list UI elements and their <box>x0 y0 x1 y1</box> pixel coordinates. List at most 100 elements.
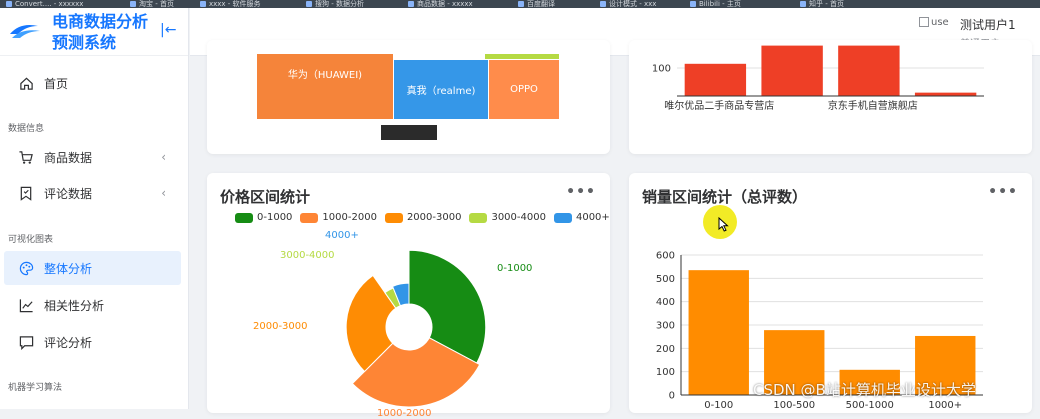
legend-label: 0-1000 <box>257 212 293 223</box>
legend-swatch <box>235 212 253 223</box>
legend-label: 3000-4000 <box>491 212 546 223</box>
treemap-cell-label: 华为（HUAWEI) <box>287 70 363 81</box>
pie-slice[interactable] <box>408 249 487 364</box>
app-title: 电商数据分析 预测系统 <box>52 11 148 53</box>
chevron-left-icon: ‹ <box>161 150 166 164</box>
sidebar-item-home[interactable]: 首页 <box>0 66 188 100</box>
legend-swatch <box>553 212 572 223</box>
pie-slice-label: 4000+ <box>325 230 359 241</box>
sidebar-item-correlation[interactable]: 相关性分析 <box>0 288 188 322</box>
legend-swatch <box>300 212 319 223</box>
sales-range-card: 销量区间统计（总评数） ••• 0 100 200 300 400 500 600 0-100… <box>629 173 1032 413</box>
bookmark-item[interactable]: 设计模式 - xxx <box>600 0 656 8</box>
brand-treemap-card: 华为（HUAWEI) 真我（realme) OPPO <box>207 40 610 154</box>
treemap-cell-huawei[interactable]: 华为（HUAWEI) <box>257 54 393 119</box>
sidebar-group-label: 可视化图表 <box>8 235 54 245</box>
treemap-cell-realme[interactable]: 真我（realme) <box>394 60 488 119</box>
sidebar-group-label: 数据信息 <box>8 124 45 134</box>
line-chart-icon <box>18 297 34 313</box>
pie-slice-label: 0-1000 <box>497 263 533 274</box>
collapse-sidebar-icon[interactable]: |← <box>160 22 176 38</box>
sidebar-item-label: 商品数据 <box>44 150 93 165</box>
y-tick-label: 400 <box>656 297 675 308</box>
pie-slice-label: 2000-3000 <box>253 321 308 332</box>
x-tick-label: 唯尔优品二手商品专营店 <box>664 99 774 112</box>
chart-legend[interactable]: 0-1000 1000-2000 2000-3000 3000-4000 4000+ <box>235 212 618 223</box>
x-tick-label: 0-100 <box>704 400 733 411</box>
treemap-cell-oppo[interactable]: OPPO <box>489 60 559 119</box>
treemap-cell-label: OPPO <box>510 84 538 95</box>
x-tick-label: 500-1000 <box>846 400 894 411</box>
home-icon <box>18 75 34 91</box>
bookmark-item[interactable]: 搜狗 - 数据分析 <box>306 0 364 8</box>
legend-item[interactable]: 4000+ <box>553 212 610 223</box>
bookmark-item[interactable]: xxxx - 软件服务 <box>200 0 261 8</box>
palette-icon <box>18 260 34 276</box>
price-pie-chart <box>345 249 487 408</box>
legend-swatch <box>469 212 488 223</box>
bookmark-item[interactable]: Bilibili - 主页 <box>690 0 741 8</box>
bar[interactable] <box>838 45 900 96</box>
pie-slice[interactable] <box>391 282 410 307</box>
y-tick-label: 500 <box>656 274 675 285</box>
bookmark-item[interactable]: 知乎 - 首页 <box>800 0 844 8</box>
user-name: 测试用户1 <box>960 18 1016 32</box>
card-title: 价格区间统计 <box>220 188 311 206</box>
sidebar-item-label: 相关性分析 <box>44 298 105 313</box>
treemap-cell-label: 真我（realme) <box>406 86 476 97</box>
pie-slice-label: 3000-4000 <box>280 250 335 261</box>
sales-bar-chart: 0 100 200 300 400 500 600 0-100 100-500 500-1000 1… <box>656 251 983 411</box>
bar[interactable] <box>688 270 749 395</box>
sidebar-item-comment-analysis[interactable]: 评论分析 <box>0 325 188 359</box>
sidebar-item-label: 评论分析 <box>44 335 93 350</box>
app-logo-icon <box>10 25 40 38</box>
bookmark-item[interactable]: 百度翻译 <box>518 0 555 8</box>
legend-label: 2000-3000 <box>406 212 462 223</box>
store-bar-card: 100 唯尔优品二手商品专营店 京东手机自营旗舰店 <box>629 40 1032 154</box>
price-range-card: 价格区间统计 ••• 0-1000 1000-2000 2000-3000 3000-… <box>207 173 610 419</box>
legend-swatch <box>384 212 403 223</box>
x-tick-label: 1000+ <box>928 400 962 411</box>
y-tick-label: 0 <box>669 391 675 402</box>
treemap-breadcrumb[interactable] <box>381 125 437 140</box>
avatar: use <box>919 17 949 28</box>
app-title-line1: 电商数据分析 <box>52 12 149 31</box>
sidebar-item-label: 首页 <box>44 76 69 91</box>
y-tick-label: 300 <box>656 321 675 332</box>
legend-item[interactable]: 0-1000 <box>235 212 292 223</box>
sidebar-group-label: 机器学习算法 <box>8 383 63 393</box>
pie-slice-label: 1000-2000 <box>377 408 432 419</box>
bookmark-item[interactable]: 淘宝 - 首页 <box>130 0 174 8</box>
y-tick-label: 600 <box>656 251 675 262</box>
legend-item[interactable]: 2000-3000 <box>384 212 462 223</box>
sidebar-item-overall[interactable]: 整体分析 <box>4 251 181 285</box>
more-options-button[interactable]: ••• <box>566 184 596 200</box>
browser-bookmarks-bar: Convert.... - xxxxxx 淘宝 - 首页 xxxx - 软件服务… <box>0 0 1040 8</box>
store-bar-chart: 100 唯尔优品二手商品专营店 京东手机自营旗舰店 <box>652 45 984 112</box>
bookmark-item[interactable]: 商品数据 - xxxxx <box>408 0 473 8</box>
pie-slice[interactable] <box>351 337 481 408</box>
treemap: 华为（HUAWEI) 真我（realme) OPPO <box>257 54 559 119</box>
y-tick-label: 100 <box>652 64 671 75</box>
legend-label: 4000+ <box>575 212 610 223</box>
bookmark-icon <box>18 185 34 201</box>
legend-item[interactable]: 1000-2000 <box>300 212 377 223</box>
chevron-left-icon: ‹ <box>161 186 166 200</box>
legend-item[interactable]: 3000-4000 <box>469 212 546 223</box>
bookmark-item[interactable]: Convert.... - xxxxxx <box>6 0 83 8</box>
sidebar: 电商数据分析 预测系统 |← 首页 数据信息 商品数据 ‹ 评论数据 ‹ 可视化… <box>0 8 189 409</box>
bar[interactable] <box>684 63 747 96</box>
sidebar-item-products[interactable]: 商品数据 ‹ <box>0 140 188 174</box>
mouse-cursor-icon <box>718 217 729 232</box>
chat-icon <box>18 334 34 350</box>
pie-slice[interactable] <box>345 274 397 373</box>
treemap-cell-sliver[interactable] <box>485 54 559 59</box>
sidebar-item-label: 整体分析 <box>44 261 93 276</box>
sidebar-item-comments[interactable]: 评论数据 ‹ <box>0 176 188 210</box>
bar[interactable] <box>914 92 977 96</box>
brand: 电商数据分析 预测系统 |← <box>0 8 188 56</box>
sidebar-item-label: 评论数据 <box>44 186 93 201</box>
bar[interactable] <box>761 45 823 96</box>
pie-slice[interactable] <box>384 287 402 309</box>
y-tick-label: 200 <box>656 344 675 355</box>
